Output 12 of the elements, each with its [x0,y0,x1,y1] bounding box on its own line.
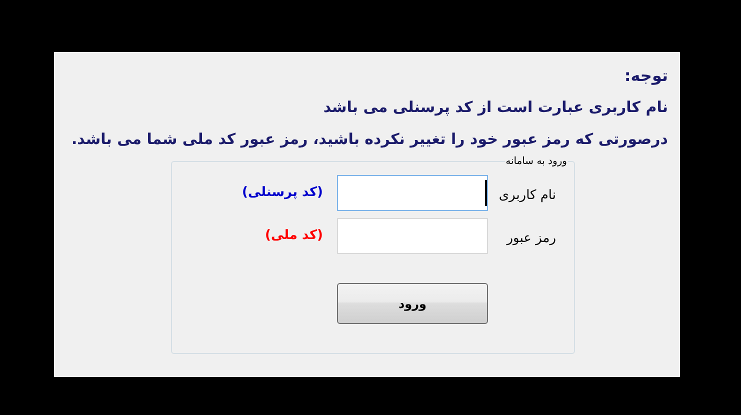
group-legend: ورود به سامانه [504,154,568,169]
login-button[interactable]: ورود [337,283,488,324]
input-field[interactable] [337,175,488,211]
notice-text: درصورتی که رمز عبور خود را تغییر نکرده باشید، رمز عبور کد ملی شما می باشد. [71,129,668,150]
notice-title: توجه: [624,65,668,87]
notice-text: نام کاربری عبارت است از کد پرسنلی می باشد [323,97,668,118]
field-hint: (کد ملی) [265,227,323,246]
field-label: نام کاربری [498,187,556,206]
field-hint: (کد پرسنلی) [242,184,323,202]
input-field[interactable] [337,218,488,254]
text-cursor [485,180,487,206]
field-label: رمز عبور [505,230,556,248]
